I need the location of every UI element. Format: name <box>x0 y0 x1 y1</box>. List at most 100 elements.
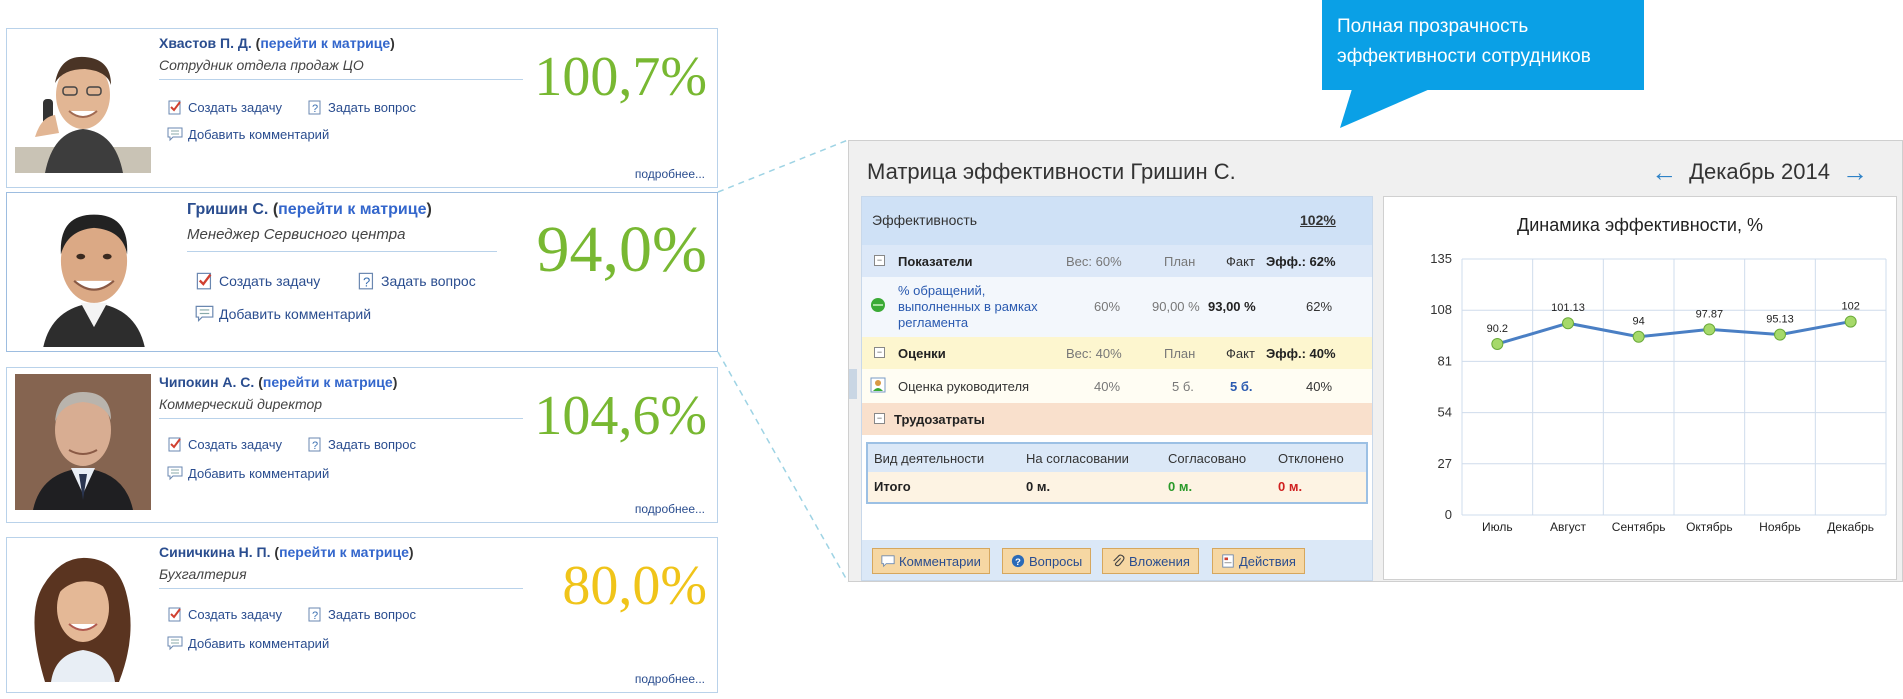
column-header: Отклонено <box>1278 451 1344 466</box>
current-month: Декабрь 2014 <box>1689 159 1830 184</box>
create-task-label: Создать задачу <box>188 606 283 622</box>
indicator-weight: 60% <box>1094 299 1121 314</box>
create-task-label: Создать задачу <box>188 436 283 452</box>
employee-role: Коммерческий директор <box>159 396 323 412</box>
chart-panel: Динамика эффективности, % 0 27 54 81 108 135 Ию… <box>1383 196 1897 580</box>
add-comment-action[interactable]: Добавить комментарий <box>167 635 329 651</box>
employee-name-line: Гришин С. (перейти к матрице) <box>187 201 432 218</box>
comment-icon <box>881 554 895 568</box>
collapse-handle[interactable] <box>849 369 857 399</box>
column-header: Вид деятельности <box>874 451 985 466</box>
indicator-name[interactable]: % обращений, выполненных в рамках реглам… <box>898 283 1048 331</box>
task-icon <box>167 606 183 622</box>
rating-user-icon <box>870 377 886 393</box>
labor-total-row: Итого 0 м. 0 м. 0 м. <box>868 472 1366 502</box>
next-month-arrow-icon[interactable]: → <box>1842 159 1868 185</box>
comments-button[interactable]: Комментарии <box>872 548 990 574</box>
plan-label: План <box>1164 346 1196 361</box>
comment-icon <box>167 465 183 481</box>
rating-fact[interactable]: 5 б. <box>1230 379 1252 394</box>
employee-name: Чипокин А. С. <box>159 374 255 390</box>
create-task-action[interactable]: Создать задачу <box>195 271 320 290</box>
task-icon <box>167 436 183 452</box>
y-tick-label: 54 <box>1438 405 1452 420</box>
matrix-link[interactable]: перейти к матрице <box>263 374 393 390</box>
employee-card: Синичкина Н. П. (перейти к матрице) Бухг… <box>6 537 718 693</box>
actions-button[interactable]: Действия <box>1212 548 1305 574</box>
add-comment-action[interactable]: Добавить комментарий <box>195 304 371 323</box>
eff-label: Эфф.: 40% <box>1266 346 1336 361</box>
indicator-eff: 62% <box>1306 299 1333 314</box>
employee-role: Менеджер Сервисного центра <box>187 226 406 243</box>
more-link[interactable]: подробнее... <box>635 167 705 181</box>
ask-question-label: Задать вопрос <box>328 606 416 622</box>
data-point <box>1844 315 1857 328</box>
data-point <box>1491 337 1504 350</box>
question-icon: ? <box>307 436 323 452</box>
help-icon: ? <box>1011 554 1025 568</box>
callout-line-1: Полная прозрачность <box>1337 16 1529 37</box>
prev-month-arrow-icon[interactable]: ← <box>1651 159 1677 185</box>
actions-button-label: Действия <box>1239 553 1296 569</box>
collapse-icon[interactable]: − <box>874 255 885 266</box>
collapse-icon[interactable]: − <box>874 413 885 424</box>
ask-question-label: Задать вопрос <box>328 436 416 452</box>
indicator-fact: 93,00 % <box>1208 299 1256 314</box>
ask-question-action[interactable]: ? Задать вопрос <box>307 606 416 622</box>
employee-card: Чипокин А. С. (перейти к матрице) Коммер… <box>6 367 718 523</box>
add-comment-label: Добавить комментарий <box>188 635 330 651</box>
employee-card-selected: Гришин С. (перейти к матрице) Менеджер С… <box>6 192 718 352</box>
collapse-icon[interactable]: − <box>874 347 885 358</box>
x-tick-label: Ноябрь <box>1759 520 1801 534</box>
chart-title: Динамика эффективности, % <box>1517 215 1763 235</box>
rating-weight: 40% <box>1094 379 1121 394</box>
total-approved: 0 м. <box>1168 479 1193 494</box>
rating-name: Оценка руководителя <box>898 379 1030 394</box>
more-link[interactable]: подробнее... <box>635 502 705 516</box>
efficiency-percent: 94,0% <box>536 213 707 286</box>
comments-button-label: Комментарии <box>899 553 981 569</box>
employee-photo <box>19 197 169 347</box>
divider <box>159 588 523 589</box>
questions-button-label: Вопросы <box>1029 553 1083 569</box>
create-task-action[interactable]: Создать задачу <box>167 606 282 622</box>
data-label: 97.87 <box>1696 308 1724 320</box>
ratings-section-header[interactable]: − Оценки Вес: 40% План Факт Эфф.: 40% <box>862 337 1372 369</box>
matrix-link[interactable]: перейти к матрице <box>278 201 426 218</box>
indicator-plan: 90,00 % <box>1152 299 1200 314</box>
x-tick-label: Октябрь <box>1686 520 1733 534</box>
y-tick-label: 135 <box>1430 251 1452 266</box>
data-point <box>1703 323 1716 336</box>
employee-photo <box>15 546 151 682</box>
paperclip-icon <box>1111 554 1125 568</box>
fact-label: Факт <box>1226 254 1255 269</box>
efficiency-line-chart: Динамика эффективности, % 0 27 54 81 108 135 Ию… <box>1430 215 1887 534</box>
divider <box>159 418 523 419</box>
labor-section-header[interactable]: − Трудозатраты <box>862 403 1372 435</box>
svg-text:?: ? <box>312 440 318 452</box>
data-point <box>1562 317 1574 330</box>
more-link[interactable]: подробнее... <box>635 672 705 686</box>
add-comment-action[interactable]: Добавить комментарий <box>167 465 329 481</box>
rating-row: Оценка руководителя 40% 5 б. 5 б. 40% <box>862 369 1372 403</box>
create-task-action[interactable]: Создать задачу <box>167 436 282 452</box>
indicators-section-header[interactable]: − Показатели Вес: 60% План Факт Эфф.: 62… <box>862 245 1372 277</box>
comment-icon <box>195 304 214 323</box>
x-tick-label: Сентябрь <box>1612 520 1666 534</box>
labor-table: Вид деятельности На согласовании Согласо… <box>866 442 1368 504</box>
efficiency-value[interactable]: 102% <box>1300 212 1336 228</box>
matrix-link[interactable]: перейти к матрице <box>279 544 409 560</box>
eff-label: Эфф.: 62% <box>1266 254 1336 269</box>
employee-name: Синичкина Н. П. <box>159 544 271 560</box>
ask-question-label: Задать вопрос <box>381 272 476 289</box>
data-label: 90.2 <box>1487 323 1508 335</box>
y-tick-label: 81 <box>1438 353 1452 368</box>
attachments-button[interactable]: Вложения <box>1102 548 1199 574</box>
y-tick-label: 27 <box>1438 456 1452 471</box>
ask-question-action[interactable]: ? Задать вопрос <box>307 436 416 452</box>
x-tick-label: Август <box>1550 520 1587 534</box>
data-point <box>1774 328 1786 341</box>
weight-label: Вес: 40% <box>1066 346 1122 361</box>
questions-button[interactable]: ? Вопросы <box>1002 548 1092 574</box>
ask-question-action[interactable]: ? Задать вопрос <box>357 271 476 290</box>
